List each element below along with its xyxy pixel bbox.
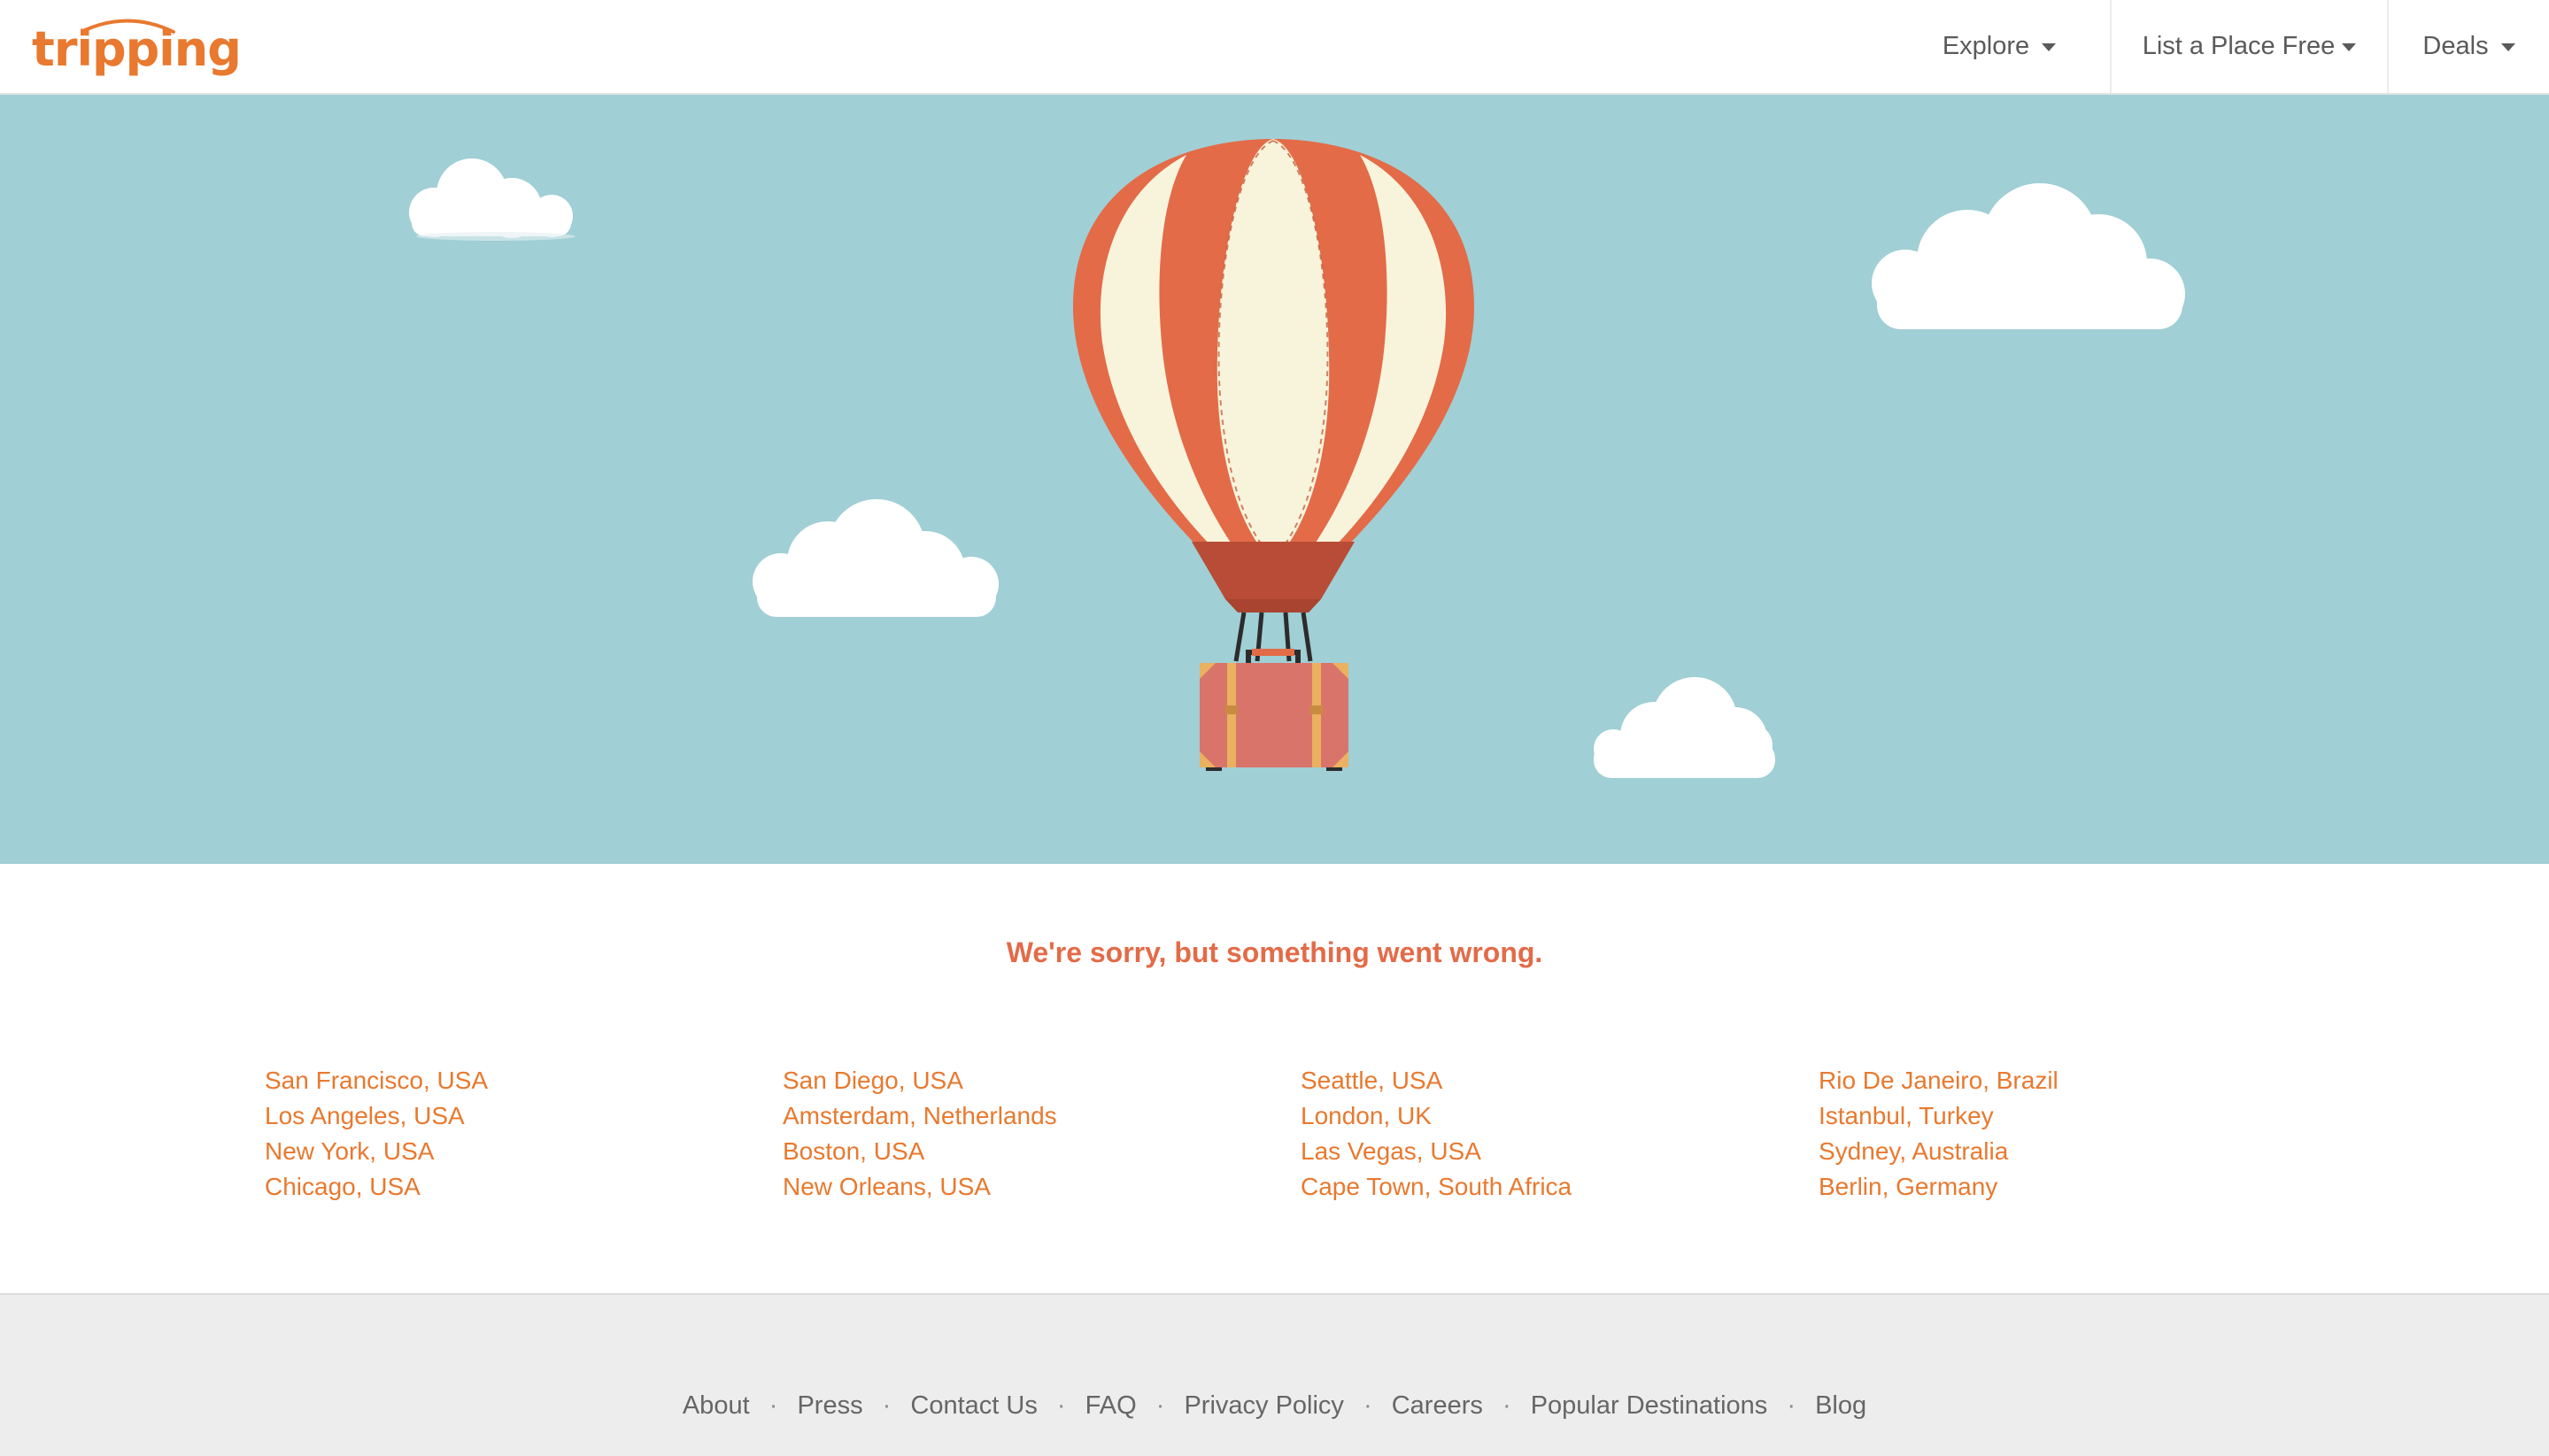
destination-column: Seattle, USA London, UK Las Vegas, USA C…: [1301, 1063, 1819, 1205]
destination-link[interactable]: Los Angeles, USA: [265, 1098, 783, 1134]
footer-separator: ·: [769, 1391, 778, 1420]
footer-link-faq[interactable]: FAQ: [1085, 1391, 1137, 1420]
destination-link[interactable]: San Diego, USA: [783, 1063, 1301, 1098]
destination-link[interactable]: Cape Town, South Africa: [1301, 1169, 1819, 1205]
nav-list-a-place[interactable]: List a Place Free: [2110, 0, 2387, 93]
cloud-icon: [1872, 183, 2185, 329]
destination-column: Rio De Janeiro, Brazil Istanbul, Turkey …: [1819, 1063, 2337, 1205]
destination-link[interactable]: Berlin, Germany: [1819, 1169, 2337, 1205]
footer-link-about[interactable]: About: [683, 1391, 750, 1420]
site-header: tripping Explore List a Place Free Deals: [0, 0, 2549, 95]
nav-deals[interactable]: Deals: [2387, 0, 2549, 93]
destination-link[interactable]: Istanbul, Turkey: [1819, 1098, 2337, 1134]
footer-separator: ·: [1155, 1391, 1165, 1420]
site-footer: About · Press · Contact Us · FAQ · Priva…: [0, 1293, 2549, 1456]
nav-explore[interactable]: Explore: [1924, 0, 2110, 93]
main-nav: Explore List a Place Free Deals: [1924, 0, 2549, 93]
destination-link[interactable]: Sydney, Australia: [1819, 1134, 2337, 1169]
footer-link-careers[interactable]: Careers: [1392, 1391, 1483, 1420]
destination-link[interactable]: New York, USA: [265, 1134, 783, 1169]
destination-link[interactable]: New Orleans, USA: [783, 1169, 1301, 1205]
footer-separator: ·: [1502, 1391, 1511, 1420]
destination-link[interactable]: Rio De Janeiro, Brazil: [1819, 1063, 2337, 1098]
hot-air-balloon-icon: [1073, 139, 1474, 668]
cloud-icon: [409, 158, 573, 238]
footer-link-popular-destinations[interactable]: Popular Destinations: [1531, 1391, 1768, 1420]
footer-link-contact-us[interactable]: Contact Us: [910, 1391, 1037, 1420]
error-message: We're sorry, but something went wrong.: [1006, 936, 1543, 968]
logo-text: tripping: [32, 21, 242, 77]
caret-down-icon: [2500, 43, 2515, 51]
nav-explore-label: Explore: [1942, 32, 2030, 60]
caret-down-icon: [2342, 43, 2357, 51]
destination-link[interactable]: Amsterdam, Netherlands: [783, 1098, 1301, 1134]
caret-down-icon: [2042, 43, 2057, 51]
popular-destinations: San Francisco, USA Los Angeles, USA New …: [265, 1063, 2390, 1205]
suitcase-icon: [1200, 663, 1348, 771]
footer-link-privacy-policy[interactable]: Privacy Policy: [1184, 1391, 1344, 1420]
destination-link[interactable]: Las Vegas, USA: [1301, 1134, 1819, 1169]
footer-link-blog[interactable]: Blog: [1815, 1391, 1866, 1420]
destination-link[interactable]: Boston, USA: [783, 1134, 1301, 1169]
destination-link[interactable]: Seattle, USA: [1301, 1063, 1819, 1098]
cloud-icon: [753, 499, 999, 617]
destination-column: San Diego, USA Amsterdam, Netherlands Bo…: [783, 1063, 1301, 1205]
footer-separator: ·: [882, 1391, 892, 1420]
destination-link[interactable]: London, UK: [1301, 1098, 1819, 1134]
nav-deals-label: Deals: [2422, 32, 2489, 60]
footer-separator: ·: [1363, 1391, 1372, 1420]
destination-column: San Francisco, USA Los Angeles, USA New …: [265, 1063, 783, 1205]
footer-separator: ·: [1056, 1391, 1066, 1420]
cloud-icon: [1594, 677, 1775, 778]
nav-list-a-place-label: List a Place Free: [2142, 32, 2336, 60]
destination-link[interactable]: Chicago, USA: [265, 1169, 783, 1205]
destination-link[interactable]: San Francisco, USA: [265, 1063, 783, 1098]
footer-link-press[interactable]: Press: [797, 1391, 862, 1420]
hero-banner: [0, 95, 2549, 864]
footer-separator: ·: [1787, 1391, 1796, 1420]
hero-illustration: [409, 139, 2185, 778]
tripping-logo[interactable]: tripping: [32, 12, 242, 83]
footer-links: About · Press · Contact Us · FAQ · Priva…: [0, 1391, 2549, 1421]
